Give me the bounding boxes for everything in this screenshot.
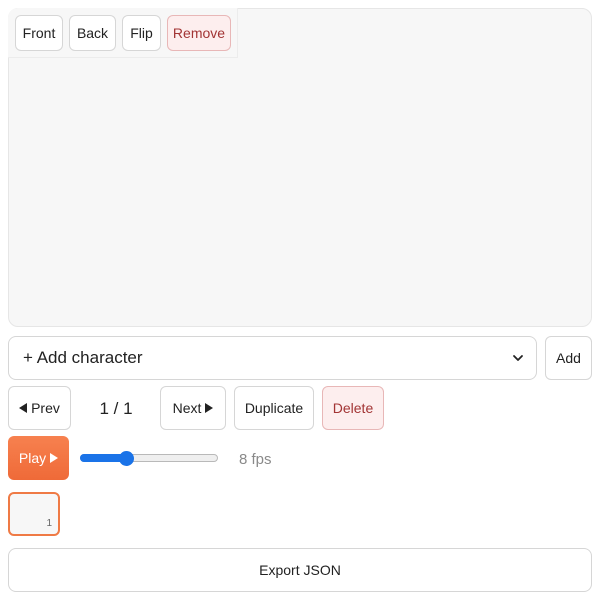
- character-select-value: + Add character: [23, 348, 143, 367]
- next-label: Next: [172, 400, 202, 416]
- fps-label: 8 fps: [239, 450, 272, 468]
- fps-slider[interactable]: [80, 451, 218, 466]
- play-icon: [50, 453, 59, 463]
- duplicate-button[interactable]: Duplicate: [234, 386, 314, 430]
- frame-thumbnail[interactable]: 1: [8, 492, 60, 536]
- fps-slider-thumb[interactable]: [119, 451, 134, 466]
- front-button[interactable]: Front: [15, 15, 63, 51]
- triangle-right-icon: [205, 403, 214, 413]
- add-character-button[interactable]: Add: [545, 336, 592, 380]
- prev-button[interactable]: Prev: [8, 386, 71, 430]
- play-label: Play: [18, 450, 47, 466]
- remove-button[interactable]: Remove: [167, 15, 231, 51]
- prev-label: Prev: [31, 400, 60, 416]
- play-button[interactable]: Play: [8, 436, 69, 480]
- frame-number: 1: [46, 518, 52, 529]
- delete-button[interactable]: Delete: [322, 386, 384, 430]
- chevron-down-icon: [513, 355, 523, 361]
- frame-counter: 1 / 1: [99, 399, 133, 418]
- character-select[interactable]: + Add character: [8, 336, 537, 380]
- next-button[interactable]: Next: [160, 386, 226, 430]
- flip-button[interactable]: Flip: [122, 15, 161, 51]
- back-button[interactable]: Back: [69, 15, 116, 51]
- triangle-left-icon: [19, 403, 28, 413]
- export-json-button[interactable]: Export JSON: [8, 548, 592, 592]
